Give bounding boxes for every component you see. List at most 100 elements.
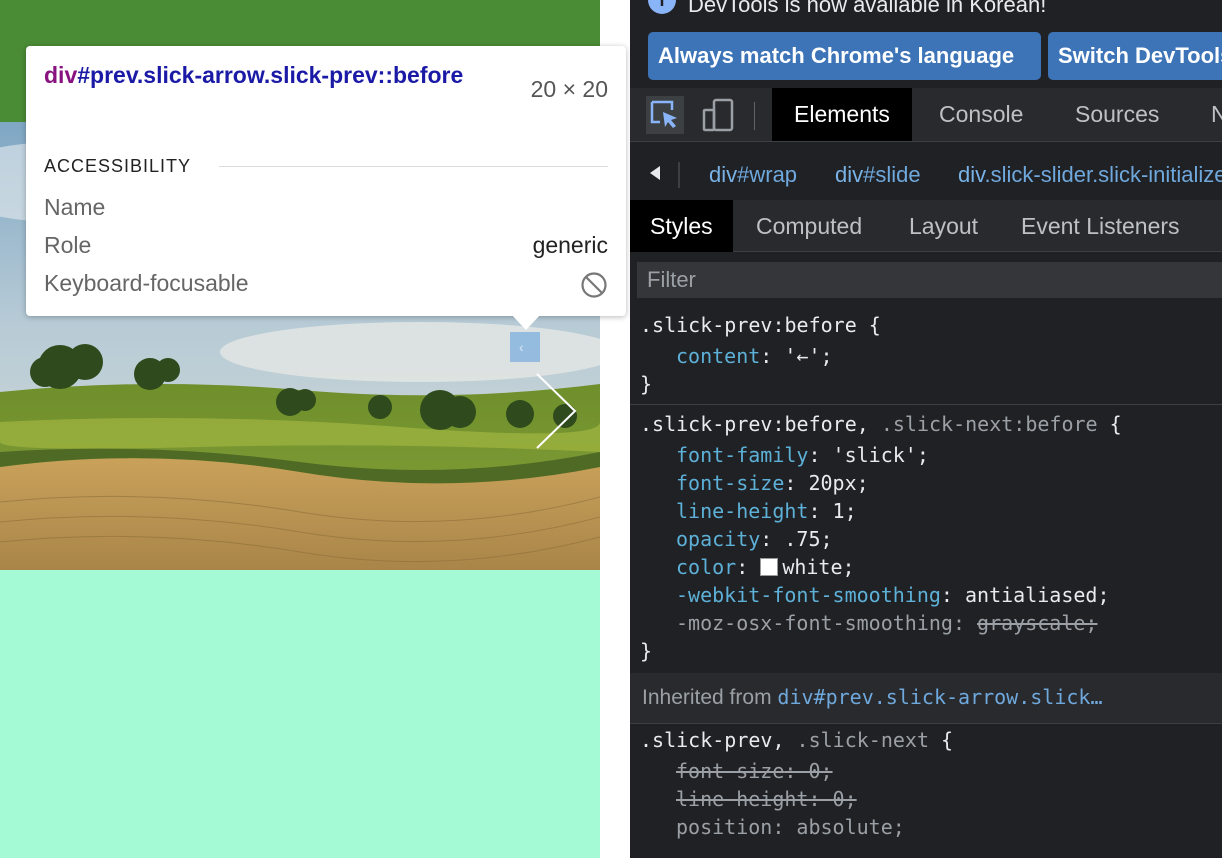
tooltip-title: div#prev.slick-arrow.slick-prev::before — [44, 60, 514, 90]
device-toolbar-icon[interactable] — [700, 96, 738, 134]
tooltip-size: 20 × 20 — [530, 76, 608, 102]
tab-event-listeners[interactable]: Event Listeners — [1001, 200, 1200, 252]
crumb-tag: div — [835, 162, 864, 187]
property-value: 0; — [808, 759, 833, 783]
rule-close: } — [640, 639, 653, 663]
property-name: position — [676, 815, 773, 839]
declaration[interactable]: color: white; — [676, 553, 855, 581]
declaration-inherited[interactable]: position: absolute; — [676, 813, 905, 841]
rule-selector[interactable]: .slick-prev, .slick-next { — [640, 726, 953, 754]
selector-dim: .slick-next:before — [880, 412, 1098, 436]
tab-styles[interactable]: Styles — [630, 200, 733, 252]
inherited-link[interactable]: div#prev.slick-arrow.slick… — [777, 685, 1102, 709]
content-area — [0, 570, 600, 858]
rule-selector[interactable]: .slick-prev:before, .slick-next:before { — [640, 410, 1122, 438]
inspect-tooltip: div#prev.slick-arrow.slick-prev::before … — [26, 46, 626, 330]
declaration[interactable]: opacity: .75; — [676, 525, 833, 553]
filter-bar — [630, 252, 1222, 308]
property-value: antialiased; — [965, 583, 1110, 607]
blocked-icon — [581, 272, 607, 298]
tooltip-pointer — [511, 314, 541, 330]
declaration[interactable]: font-family: 'slick'; — [676, 441, 929, 469]
devtools-panel: i DevTools is now available in Korean! A… — [630, 0, 1222, 858]
property-value: .75; — [784, 527, 833, 551]
property-value: 20px; — [808, 471, 869, 495]
property-name: -moz-osx-font-smoothing — [676, 611, 953, 635]
tab-network[interactable]: Network — [1189, 88, 1222, 141]
crumb-selector: .slick-slider.slick-initialized — [984, 162, 1222, 187]
property-value: 'slick'; — [832, 443, 929, 467]
row-label: Role — [44, 232, 92, 258]
always-match-language-button[interactable]: Always match Chrome's language — [648, 32, 1041, 80]
row-value: generic — [532, 232, 608, 258]
language-infobar: i DevTools is now available in Korean! A… — [630, 0, 1222, 88]
rule-divider — [630, 404, 1222, 405]
devtools-toolbar: Elements Console Sources Network — [630, 88, 1222, 142]
crumb-tag: div — [709, 162, 738, 187]
property-value: 1; — [832, 499, 857, 523]
info-icon: i — [648, 0, 676, 14]
toolbar-separator — [754, 102, 755, 130]
open-brace: { — [941, 728, 954, 752]
tooltip-row-role: Role generic — [44, 232, 608, 262]
tooltip-title-selector: #prev.slick-arrow.slick-prev::before — [77, 62, 464, 88]
breadcrumb-div-wrap[interactable]: div#wrap — [709, 162, 797, 188]
switch-language-button[interactable]: Switch DevTools to Korean — [1048, 32, 1222, 80]
section-divider — [219, 166, 608, 167]
property-name: color — [676, 555, 737, 579]
property-name: opacity — [676, 527, 761, 551]
styles-subtabs: Styles Computed Layout Event Listeners — [630, 200, 1222, 252]
declaration-overridden[interactable]: font-size: 0; — [676, 757, 833, 785]
selector-dim: .slick-next — [796, 728, 929, 752]
property-name: content — [676, 344, 761, 368]
tooltip-row-keyboard-focusable: Keyboard-focusable — [44, 270, 608, 300]
property-name: font-size — [676, 471, 785, 495]
declaration[interactable]: -webkit-font-smoothing: antialiased; — [676, 581, 1110, 609]
tooltip-section-accessibility: ACCESSIBILITY — [44, 156, 192, 176]
property-name: -webkit-font-smoothing — [676, 583, 941, 607]
property-value: absolute; — [796, 815, 905, 839]
declaration-invalid[interactable]: -moz-osx-font-smoothing: grayscale; — [676, 609, 1097, 637]
chevron-left-icon: ‹ — [519, 339, 524, 355]
rule-close: } — [640, 372, 653, 396]
row-label: Keyboard-focusable — [44, 270, 249, 296]
inspect-element-icon[interactable] — [646, 96, 684, 134]
prev-arrow-highlight[interactable]: ‹ — [510, 332, 540, 362]
breadcrumb: div#wrap div#slide div.slick-slider.slic… — [630, 150, 1222, 200]
crumb-selector: #wrap — [737, 162, 798, 187]
inherited-label: Inherited from — [642, 686, 772, 709]
property-value: grayscale; — [977, 611, 1098, 635]
crumb-tag: div — [958, 162, 985, 187]
property-value: white; — [782, 555, 855, 579]
declaration[interactable]: content: '←'; — [676, 342, 833, 370]
selector-main: .slick-prev:before, — [640, 412, 869, 436]
declaration[interactable]: line-height: 1; — [676, 497, 857, 525]
color-swatch[interactable] — [760, 558, 779, 576]
tooltip-title-tag: div — [44, 62, 78, 88]
inherited-header: Inherited from div#prev.slick-arrow.slic… — [630, 673, 1222, 723]
declaration-overridden[interactable]: line-height: 0; — [676, 785, 857, 813]
tooltip-row-name: Name — [44, 194, 608, 224]
breadcrumb-div-slide[interactable]: div#slide — [835, 162, 921, 188]
breadcrumb-div-slick-slider[interactable]: div.slick-slider.slick-initialized — [958, 162, 1222, 188]
rule-divider — [630, 723, 1222, 724]
rule-selector[interactable]: .slick-prev:before { — [640, 311, 881, 339]
property-value: 0; — [832, 787, 857, 811]
filter-input[interactable] — [637, 262, 1222, 298]
row-label: Name — [44, 194, 106, 220]
breadcrumb-separator — [678, 162, 680, 188]
tab-sources[interactable]: Sources — [1053, 88, 1181, 141]
property-name: line-height — [676, 787, 809, 811]
infobar-message: DevTools is now available in Korean! — [688, 0, 1047, 17]
tab-computed[interactable]: Computed — [736, 200, 882, 252]
tab-console[interactable]: Console — [917, 88, 1045, 141]
chevron-right-icon[interactable] — [533, 372, 579, 450]
property-value: '←'; — [784, 344, 833, 368]
declaration[interactable]: font-size: 20px; — [676, 469, 869, 497]
styles-pane: .slick-prev:before { content: '←'; } .sl… — [630, 308, 1222, 858]
tab-elements[interactable]: Elements — [772, 88, 912, 141]
tab-layout[interactable]: Layout — [889, 200, 998, 252]
breadcrumb-scroll-left-icon[interactable] — [650, 166, 660, 180]
property-name: line-height — [676, 499, 809, 523]
open-brace: { — [1109, 412, 1122, 436]
